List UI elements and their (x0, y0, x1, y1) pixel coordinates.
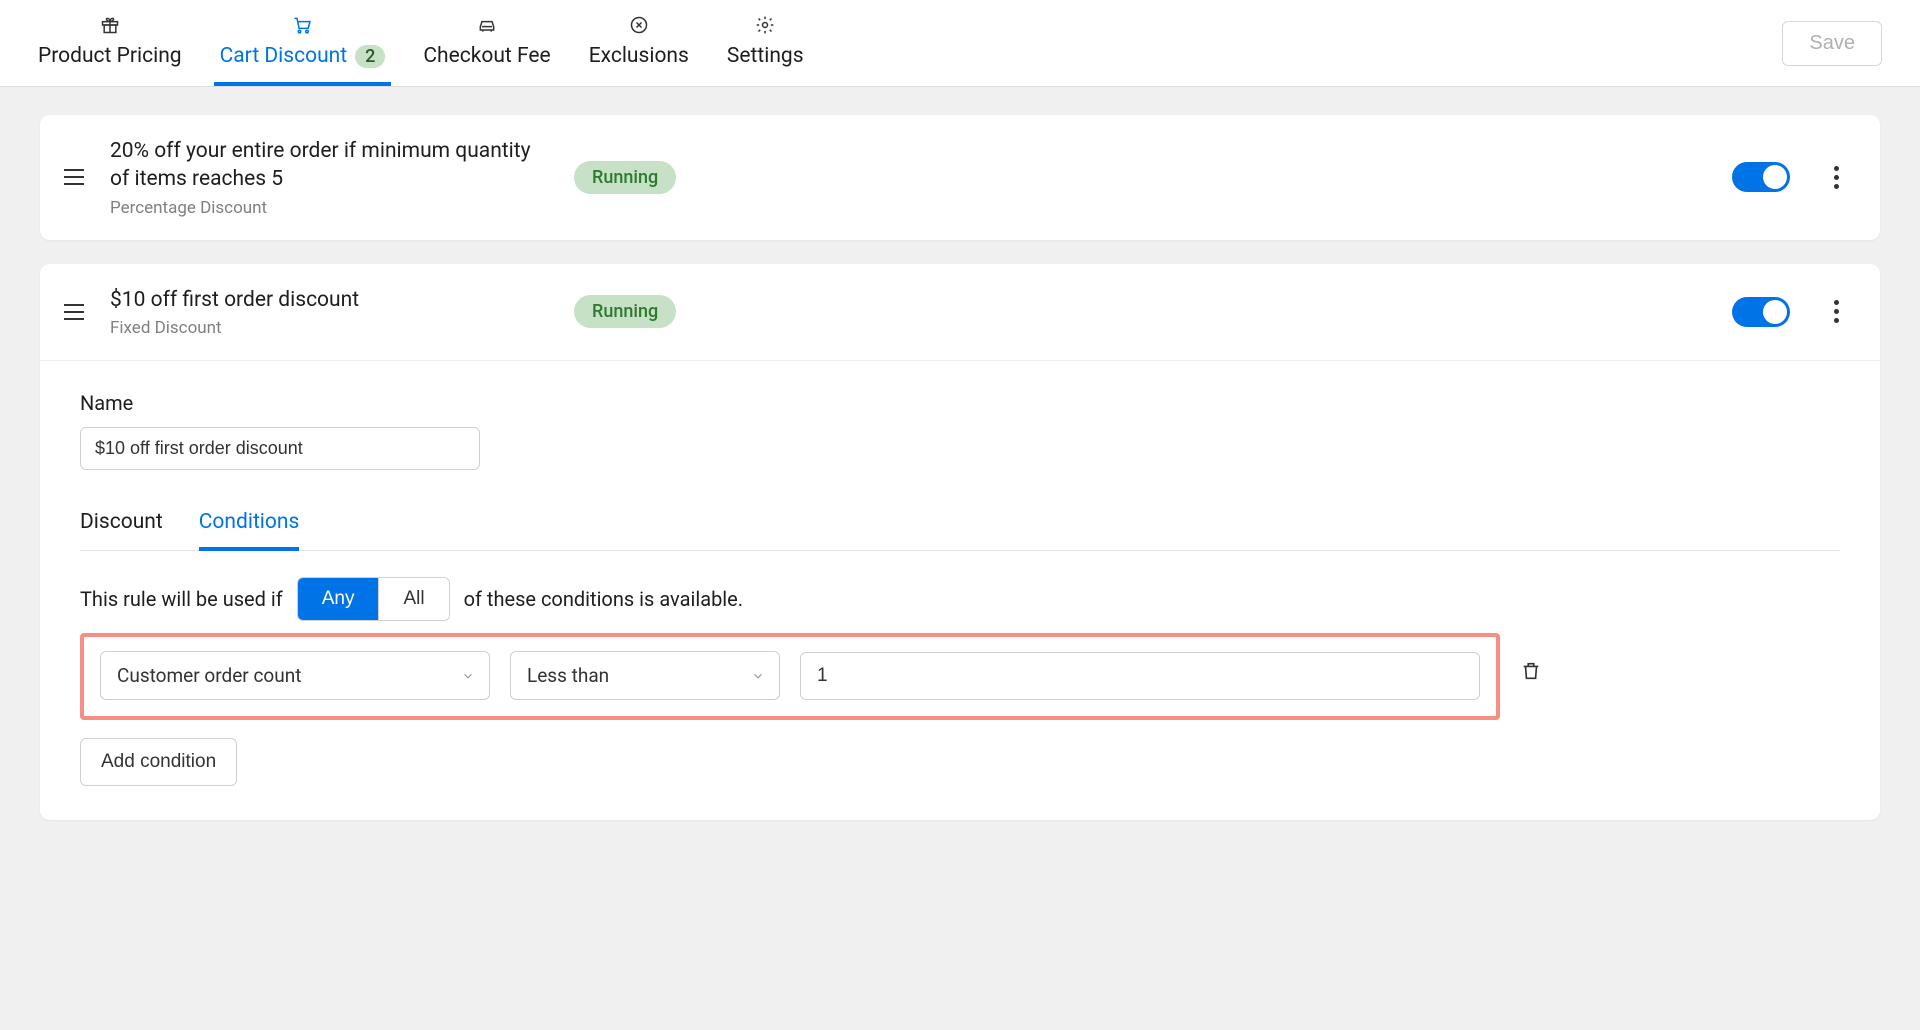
rule-card: 20% off your entire order if minimum qua… (40, 115, 1880, 240)
subtab-discount[interactable]: Discount (80, 510, 163, 550)
tab-exclusions[interactable]: Exclusions (589, 0, 689, 86)
condition-row: Customer order count Less than (100, 651, 1480, 700)
status-badge: Running (574, 295, 676, 328)
rule-subtitle: Fixed Discount (110, 318, 550, 338)
tab-label: Checkout Fee (423, 44, 550, 68)
rule-menu-button[interactable] (1822, 294, 1850, 329)
tab-badge: 2 (355, 45, 385, 68)
condition-match-sentence: This rule will be used if Any All of the… (80, 577, 1840, 621)
tab-settings[interactable]: Settings (727, 0, 804, 86)
car-icon (476, 14, 498, 36)
condition-operator-select[interactable]: Less than (510, 651, 780, 700)
rule-toggle[interactable] (1732, 162, 1790, 192)
delete-condition-button[interactable] (1520, 660, 1542, 682)
sentence-pre: This rule will be used if (80, 587, 283, 611)
select-value: Customer order count (117, 664, 301, 687)
condition-field-select[interactable]: Customer order count (100, 651, 490, 700)
rule-title: 20% off your entire order if minimum qua… (110, 137, 550, 194)
gift-icon (99, 14, 121, 36)
rule-editor: Name Discount Conditions This rule will … (40, 360, 1880, 820)
condition-highlight: Customer order count Less than (80, 633, 1500, 720)
name-label: Name (80, 391, 1840, 415)
editor-subtabs: Discount Conditions (80, 510, 1840, 551)
rule-toggle[interactable] (1732, 297, 1790, 327)
add-condition-button[interactable]: Add condition (80, 738, 237, 786)
sentence-post: of these conditions is available. (464, 587, 743, 611)
content-area: 20% off your entire order if minimum qua… (0, 87, 1920, 872)
top-tab-bar: Product Pricing Cart Discount 2 Checkout… (0, 0, 1920, 87)
rule-card: $10 off first order discount Fixed Disco… (40, 264, 1880, 820)
cart-icon (291, 14, 313, 36)
tab-label: Settings (727, 44, 804, 68)
select-value: Less than (527, 664, 609, 687)
match-any-button[interactable]: Any (298, 578, 379, 620)
rule-title: $10 off first order discount (110, 286, 550, 314)
tab-product-pricing[interactable]: Product Pricing (38, 0, 182, 86)
chevron-down-icon (461, 669, 475, 683)
save-button[interactable]: Save (1782, 21, 1882, 66)
rule-subtitle: Percentage Discount (110, 198, 550, 218)
drag-handle-icon[interactable] (62, 302, 86, 322)
condition-value-input[interactable] (800, 652, 1480, 700)
tab-checkout-fee[interactable]: Checkout Fee (423, 0, 550, 86)
subtab-conditions[interactable]: Conditions (199, 510, 300, 550)
gear-icon (754, 14, 776, 36)
name-field[interactable] (80, 427, 480, 470)
tab-label: Product Pricing (38, 44, 182, 68)
rule-menu-button[interactable] (1822, 160, 1850, 195)
rule-header: $10 off first order discount Fixed Disco… (40, 264, 1880, 360)
tab-cart-discount[interactable]: Cart Discount 2 (220, 0, 386, 86)
tab-label: Cart Discount (220, 44, 348, 68)
tab-label: Exclusions (589, 44, 689, 68)
main-tabs: Product Pricing Cart Discount 2 Checkout… (38, 0, 804, 86)
match-all-button[interactable]: All (378, 578, 448, 620)
match-mode-group: Any All (297, 577, 450, 621)
status-badge: Running (574, 161, 676, 194)
rule-header: 20% off your entire order if minimum qua… (40, 115, 1880, 240)
drag-handle-icon[interactable] (62, 167, 86, 187)
circle-x-icon (628, 14, 650, 36)
chevron-down-icon (751, 669, 765, 683)
